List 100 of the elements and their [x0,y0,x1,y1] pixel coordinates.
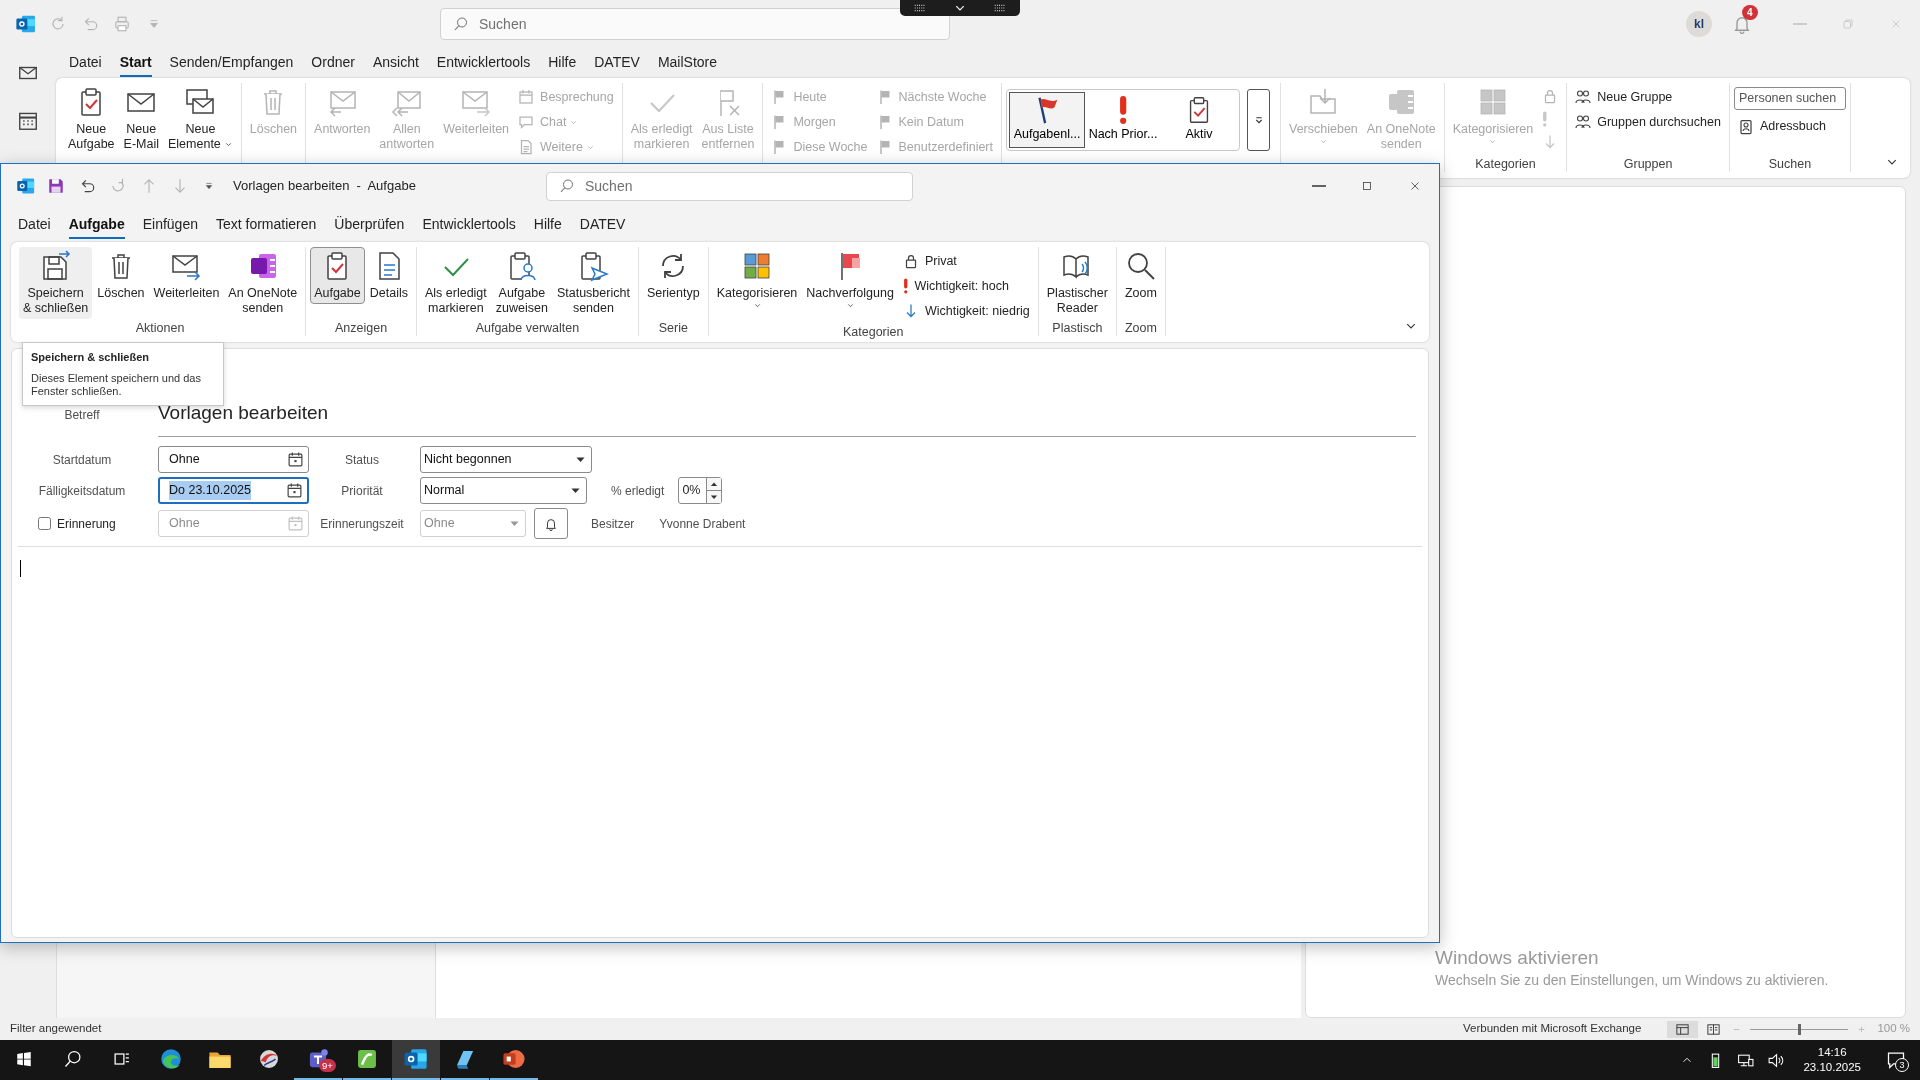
ribbon-button[interactable]: Neue E-Mail [119,83,163,155]
ribbon-button[interactable]: Aufgabe zuweisen [491,247,552,319]
view-option[interactable]: Nach Prior... [1085,92,1161,148]
ribbon-tab[interactable]: Entwicklertools [422,211,516,239]
slider-thumb[interactable] [1798,1023,1802,1035]
ribbon-tab[interactable]: Datei [18,211,51,239]
ribbon-tab[interactable]: Text formatieren [215,211,317,239]
minimize-icon [1311,185,1327,187]
search-icon [559,178,575,194]
ribbon-button[interactable]: Löschen [93,247,149,304]
ribbon-button[interactable]: Zoom [1120,247,1161,304]
ribbon-tab[interactable]: Start [119,49,152,77]
chat-icon [518,114,535,130]
zoom-level: 100 % [1877,1021,1910,1037]
search-field[interactable]: Suchen [546,171,913,201]
account-avatar[interactable]: kl [1686,11,1712,37]
group-label: Serie [657,320,689,336]
group-label: Kategorien [1474,156,1537,172]
date-field[interactable]: Do 23.10.2025 [158,477,309,504]
checkbox[interactable] [38,517,51,530]
app-icon [403,1046,429,1072]
normal-view-icon [1675,1021,1691,1037]
percent-spinner[interactable]: 0% [678,477,723,504]
status-text: Filter angewendet [10,1021,102,1037]
ribbon-button[interactable]: Wichtigkeit: hoch [898,274,1034,298]
ribbon-button[interactable]: Plastischer Reader [1042,247,1112,319]
dropdown-field[interactable]: Normal [420,477,587,504]
view-option[interactable]: Aktiv [1161,92,1237,148]
save-icon [47,177,65,195]
notification-icon [1886,1050,1906,1070]
ribbon-tab[interactable]: Entwicklertools [436,49,531,77]
ribbon-button[interactable]: Speichern & schließen [19,247,93,319]
ribbon-tab[interactable]: DATEV [594,49,640,77]
activation-title: Windows aktivieren [1435,946,1600,970]
people-icon [1575,89,1592,105]
text-cursor [20,560,21,577]
ribbon-button[interactable]: Neue Gruppe [1571,85,1725,109]
ribbon-tab[interactable]: Einfügen [142,211,198,239]
date-field[interactable]: Ohne [158,446,309,473]
ribbon-button[interactable]: Neue Aufgabe [64,83,119,155]
ribbon-button[interactable]: An OneNote senden [224,247,302,319]
dropdown-field[interactable]: Nicht begonnen [420,446,592,473]
ribbon-tab[interactable]: Hilfe [548,49,577,77]
group-label: Suchen [1767,156,1813,172]
clock-date: 23.10.2025 [1803,1060,1861,1075]
normal-view-button[interactable] [1667,1020,1699,1038]
ribbon-tab[interactable]: Senden/Empfangen [169,49,294,77]
date-field[interactable]: Ohne [158,510,309,537]
ribbon-button[interactable]: Wichtigkeit: niedrig [898,299,1034,323]
ribbon-button[interactable]: Aufgabe [310,247,365,304]
spin-up-button[interactable] [707,478,722,490]
field-label: Status [344,451,380,469]
field-label: Erinnerungszeit [319,515,405,533]
ribbon-tab[interactable]: Überprüfen [334,211,405,239]
ribbon-button[interactable]: Nachverfolgung [802,247,898,317]
ribbon-button[interactable]: Gruppen durchsuchen [1571,110,1725,134]
ribbon-button[interactable]: Kategorisieren [712,247,802,317]
app-icon [16,176,36,196]
checkbox-label[interactable]: Erinnerung [57,514,116,533]
ribbon-tab[interactable]: Ordner [311,49,355,77]
taskbar-app[interactable]: 9+ [294,1040,342,1080]
ribbon-tab[interactable]: MailStore [657,49,718,77]
ribbon-tab[interactable]: Datei [69,49,102,77]
ribbon-button[interactable]: Details [365,247,412,304]
calendar-icon [286,482,303,499]
ribbon-button[interactable]: Privat [898,249,1034,273]
group-label: Kategorien [842,324,905,340]
calendar-icon [287,451,304,468]
browser-icon [158,1046,184,1072]
taskbar-app[interactable] [392,1040,440,1080]
spin-down-button[interactable] [707,490,722,503]
address-book-icon [1737,118,1754,135]
gallery-more-button[interactable] [1247,89,1270,151]
field-label: Priorität [340,482,384,500]
ribbon-tab[interactable]: Hilfe [533,211,562,239]
reading-view-icon [1706,1021,1722,1037]
ribbon-tab[interactable]: DATEV [579,211,626,239]
ribbon-tab[interactable]: Aufgabe [68,211,125,239]
connection-status: Verbunden mit Microsoft Exchange [1463,1021,1642,1037]
notification-badge: 4 [1742,5,1758,20]
ribbon-button[interactable]: Adressbuch [1733,114,1846,139]
search-field[interactable]: Suchen [440,8,950,40]
calendar-icon [17,110,39,132]
view-option[interactable]: Aufgabenl... [1009,92,1085,148]
group-label: Aufgabe verwalten [474,320,581,336]
dropdown-field[interactable]: Ohne [420,510,526,537]
refresh-icon [49,15,67,33]
ribbon-button[interactable]: Statusbericht senden [552,247,634,319]
search-icon [63,1049,83,1069]
ribbon-button[interactable]: Serientyp [642,247,704,304]
ribbon-tab[interactable]: Ansicht [372,49,419,77]
reminder-sound-button[interactable] [534,508,568,539]
ribbon-button[interactable]: Neue Elemente [164,83,237,155]
field-label: % erledigt [611,482,665,500]
ribbon-button[interactable]: Weiterleiten [149,247,224,304]
search-field[interactable]: Personen suchen [1733,87,1846,110]
group-label: Aktionen [134,320,186,336]
notification-badge: 3 [1895,1058,1909,1072]
notification-button[interactable]: 3 [1878,1046,1914,1074]
ribbon-button[interactable]: Als erledigt markieren [420,247,491,319]
